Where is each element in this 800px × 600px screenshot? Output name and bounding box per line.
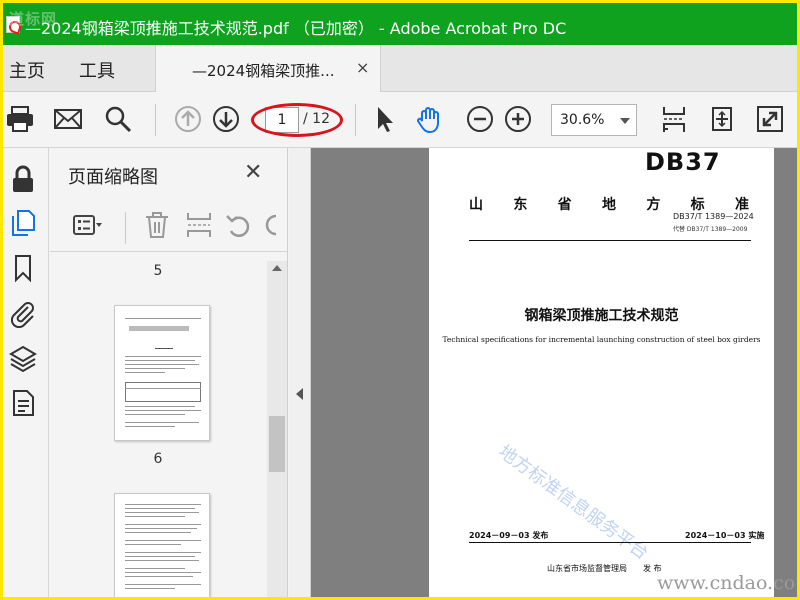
- layers-icon[interactable]: [8, 343, 38, 373]
- page-down-icon[interactable]: [211, 104, 241, 134]
- thumbnail-label: 6: [153, 451, 163, 467]
- scroll-thumb[interactable]: [269, 416, 285, 472]
- standard-code-logo: DB37: [645, 148, 721, 176]
- category-char: 东: [513, 197, 528, 213]
- replaces-standard: 代替 DB37/T 1389—2009: [673, 226, 748, 233]
- search-icon[interactable]: [103, 104, 133, 134]
- header-rule: [469, 240, 751, 241]
- panel-title: 页面缩略图: [68, 167, 158, 188]
- select-arrow-icon[interactable]: [369, 104, 399, 134]
- document-title-english: Technical specifications for incremental…: [442, 335, 761, 344]
- category-char: 省: [557, 197, 572, 213]
- window-title: —2024钢箱梁顶推施工技术规范.pdf （已加密） - Adobe Acrob…: [25, 19, 567, 38]
- lock-icon[interactable]: [8, 164, 38, 194]
- thumbnail-scrollbar[interactable]: [267, 261, 287, 597]
- close-tab-button[interactable]: ×: [356, 58, 369, 77]
- pages-icon[interactable]: [8, 208, 38, 238]
- panel-collapse-strip[interactable]: [289, 148, 311, 597]
- tab-home[interactable]: 主页: [9, 57, 45, 83]
- highlight-oval: [251, 103, 343, 137]
- insert-pages-icon[interactable]: [184, 210, 214, 240]
- full-screen-icon[interactable]: [755, 104, 785, 134]
- category-char: 准: [734, 197, 749, 213]
- thumbnail-toolbar: [50, 200, 288, 252]
- category-char: 标: [690, 197, 705, 213]
- thumbnail-options-icon[interactable]: [72, 210, 102, 240]
- thumbnail-label: 5: [153, 263, 163, 279]
- title-bar: 道标网 —2024钢箱梁顶推施工技术规范.pdf （已加密） - Adobe A…: [3, 3, 797, 45]
- thumbnail-panel: 页面缩略图 ✕ 5 6: [50, 148, 288, 597]
- publish-date: 2024－09－03 发布: [469, 531, 549, 540]
- site-watermark: www.cndao.co: [657, 572, 796, 594]
- footer-rule: [469, 542, 751, 543]
- toolbar-divider: [125, 212, 126, 244]
- document-icon[interactable]: [8, 388, 38, 418]
- standard-number: DB37/T 1389—2024: [673, 212, 754, 221]
- print-icon[interactable]: [5, 104, 35, 134]
- category-char: 地: [601, 197, 616, 213]
- document-tab-label: —2024钢箱梁顶推...: [192, 62, 335, 80]
- implement-date: 2024－10－03 实施: [685, 531, 765, 540]
- page-up-icon[interactable]: [173, 104, 203, 134]
- app-window: 道标网 —2024钢箱梁顶推施工技术规范.pdf （已加密） - Adobe A…: [3, 3, 797, 597]
- zoom-value: 30.6%: [560, 112, 605, 128]
- category-char: 方: [646, 197, 661, 213]
- close-panel-button[interactable]: ✕: [244, 160, 262, 185]
- chevron-down-icon: [620, 118, 630, 124]
- zoom-out-icon[interactable]: [465, 104, 495, 134]
- rotate-counterclockwise-icon[interactable]: [224, 210, 254, 240]
- thumbnail-page[interactable]: [114, 305, 210, 441]
- document-page: DB37 山 东 省 地 方 标 准 DB37/T 1389—2024 代替 D…: [429, 148, 774, 597]
- left-rail: [3, 148, 49, 597]
- toolbar-divider: [155, 104, 156, 136]
- category-char: 山: [469, 197, 483, 213]
- tab-document[interactable]: —2024钢箱梁顶推... ×: [155, 45, 381, 92]
- thumbnail-page[interactable]: [114, 493, 210, 597]
- issuing-authority: 山东省市场监督管理局: [547, 564, 627, 573]
- standard-category: 山 东 省 地 方 标 准: [469, 194, 749, 214]
- tab-tools[interactable]: 工具: [79, 57, 115, 83]
- watermark: 地方标准信息服务平台: [494, 441, 653, 565]
- hand-icon[interactable]: [415, 104, 445, 134]
- fit-page-icon[interactable]: [659, 104, 689, 134]
- scroll-up-icon[interactable]: [272, 265, 282, 271]
- main-toolbar: 1 / 12 30.6%: [3, 92, 797, 148]
- document-viewer[interactable]: DB37 山 东 省 地 方 标 准 DB37/T 1389—2024 代替 D…: [289, 148, 797, 597]
- thumbnail-list: 5 6: [50, 253, 266, 597]
- rotate-view-icon[interactable]: [707, 104, 737, 134]
- collapse-panel-icon[interactable]: [296, 388, 303, 400]
- zoom-in-icon[interactable]: [503, 104, 533, 134]
- toolbar-divider: [355, 104, 356, 136]
- trash-icon[interactable]: [142, 210, 172, 240]
- tab-row: 主页 工具 —2024钢箱梁顶推... ×: [3, 45, 797, 92]
- mail-icon[interactable]: [53, 104, 83, 134]
- document-title: 钢箱梁顶推施工技术规范: [524, 308, 679, 324]
- bookmark-icon[interactable]: [8, 253, 38, 283]
- attachment-icon[interactable]: [8, 298, 38, 329]
- zoom-select[interactable]: 30.6%: [551, 104, 637, 136]
